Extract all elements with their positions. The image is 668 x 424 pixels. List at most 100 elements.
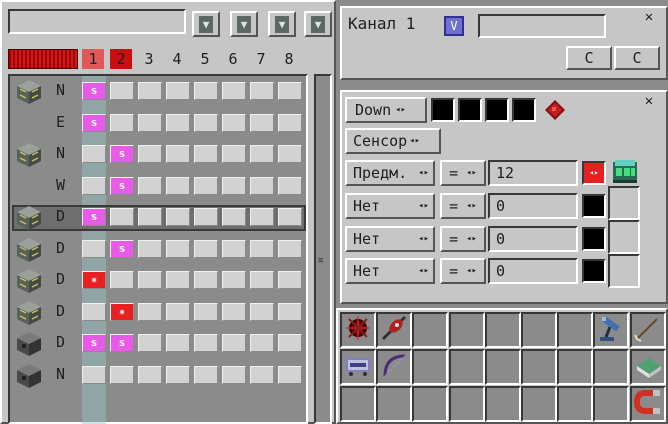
channel-input[interactable] — [478, 14, 606, 38]
channel-cell[interactable] — [194, 366, 218, 384]
channel-cell[interactable] — [222, 114, 246, 132]
side-box-1[interactable] — [608, 186, 640, 220]
channel-cell[interactable] — [110, 114, 134, 132]
inventory-slot[interactable] — [484, 386, 521, 422]
filter-value-input[interactable]: 0 — [488, 258, 578, 284]
tab-7[interactable]: 7 — [250, 49, 272, 69]
channel-cell[interactable] — [250, 208, 274, 226]
channel-cell[interactable] — [82, 366, 106, 384]
inventory-slot[interactable] — [448, 386, 485, 422]
channel-c-button-1[interactable]: С — [566, 46, 612, 70]
channel-cell[interactable] — [250, 145, 274, 163]
channel-cell[interactable] — [166, 334, 190, 352]
color-toggle-button[interactable] — [582, 259, 606, 283]
channel-cell[interactable] — [250, 177, 274, 195]
channel-cell[interactable] — [250, 271, 274, 289]
channel-cell[interactable] — [82, 145, 106, 163]
channel-cell[interactable] — [166, 145, 190, 163]
inventory-slot[interactable] — [629, 312, 666, 348]
channel-cell[interactable] — [194, 303, 218, 321]
channel-cell[interactable] — [222, 366, 246, 384]
tab-5[interactable]: 5 — [194, 49, 216, 69]
channel-c-button-2[interactable]: С — [614, 46, 660, 70]
filter-type-select[interactable]: Предм. ◂▸ — [345, 160, 435, 186]
channel-cell[interactable] — [110, 271, 134, 289]
color-toggle-button[interactable] — [582, 227, 606, 251]
channel-cell[interactable] — [278, 366, 302, 384]
inventory-slot[interactable] — [521, 349, 557, 385]
filter-operator-select[interactable]: = ◂▸ — [440, 258, 486, 284]
inventory-slot[interactable] — [593, 386, 630, 422]
channel-cell[interactable] — [166, 177, 190, 195]
channel-cell[interactable]: s — [82, 208, 106, 226]
channel-cell[interactable] — [278, 82, 302, 100]
channel-cell[interactable] — [278, 271, 302, 289]
channel-cell[interactable] — [250, 366, 274, 384]
filter-operator-select[interactable]: = ◂▸ — [440, 226, 486, 252]
inventory-slot[interactable] — [412, 349, 449, 385]
channel-cell[interactable] — [278, 208, 302, 226]
inventory-slot[interactable] — [593, 349, 630, 385]
channel-cell[interactable] — [222, 334, 246, 352]
machine-block-icon[interactable] — [16, 300, 42, 326]
filter-arrow-button-3[interactable]: ▼ — [268, 11, 296, 37]
inventory-slot[interactable] — [557, 349, 594, 385]
channel-cell[interactable]: s — [110, 240, 134, 258]
channel-cell[interactable] — [194, 114, 218, 132]
channel-cell[interactable] — [278, 240, 302, 258]
channel-cell[interactable] — [138, 82, 162, 100]
channel-cell[interactable] — [110, 82, 134, 100]
channel-cell[interactable] — [194, 82, 218, 100]
scrollbar-grip-icon[interactable]: ≡ — [318, 257, 326, 268]
channel-cell[interactable] — [194, 177, 218, 195]
tab-2[interactable]: 2 — [110, 49, 132, 69]
filter-operator-select[interactable]: = ◂▸ — [440, 193, 486, 219]
channel-cell[interactable] — [166, 208, 190, 226]
channel-cell[interactable] — [222, 145, 246, 163]
channel-cell[interactable] — [166, 271, 190, 289]
down-select-button[interactable]: Down ◂▸ — [345, 97, 427, 123]
filter-value-input[interactable]: 0 — [488, 193, 578, 219]
inventory-slot[interactable] — [593, 312, 630, 348]
name-input[interactable] — [8, 9, 186, 34]
filter-value-input[interactable]: 0 — [488, 226, 578, 252]
channel-cell[interactable] — [278, 303, 302, 321]
channel-cell[interactable] — [138, 240, 162, 258]
inventory-slot[interactable] — [412, 312, 449, 348]
machine-block-icon[interactable] — [16, 237, 42, 263]
channel-cell[interactable] — [222, 177, 246, 195]
channel-cell[interactable] — [278, 334, 302, 352]
machine-block-icon[interactable] — [16, 331, 42, 357]
channel-cell[interactable] — [166, 114, 190, 132]
channel-cell[interactable] — [138, 208, 162, 226]
channel-cell[interactable] — [138, 271, 162, 289]
channel-cell[interactable]: ✷ — [82, 271, 106, 289]
channel-cell[interactable] — [222, 82, 246, 100]
channel-cell[interactable] — [250, 240, 274, 258]
filter-type-select[interactable]: Нет ◂▸ — [345, 258, 435, 284]
channel-cell[interactable] — [194, 240, 218, 258]
inventory-slot[interactable] — [448, 312, 485, 348]
channel-cell[interactable] — [82, 240, 106, 258]
inventory-slot[interactable] — [557, 386, 594, 422]
machine-block-icon[interactable] — [16, 363, 42, 389]
channel-cell[interactable] — [82, 177, 106, 195]
channel-cell[interactable]: s — [82, 114, 106, 132]
channel-cell[interactable] — [166, 82, 190, 100]
inventory-slot[interactable] — [484, 312, 521, 348]
channel-cell[interactable] — [250, 82, 274, 100]
channel-cell[interactable]: s — [110, 177, 134, 195]
channel-cell[interactable] — [138, 114, 162, 132]
machine-block-icon[interactable] — [16, 142, 42, 168]
inventory-slot[interactable] — [629, 386, 666, 422]
color-slot-4[interactable] — [512, 98, 536, 122]
filter-type-select[interactable]: Нет ◂▸ — [345, 226, 435, 252]
filter-operator-select[interactable]: = ◂▸ — [440, 160, 486, 186]
channel-cell[interactable] — [194, 208, 218, 226]
tab-6[interactable]: 6 — [222, 49, 244, 69]
channel-cell[interactable] — [222, 271, 246, 289]
channel-cell[interactable] — [110, 366, 134, 384]
red-toggle-button[interactable]: ◂▸ — [582, 161, 606, 185]
filter-type-select[interactable]: Нет ◂▸ — [345, 193, 435, 219]
channel-cell[interactable] — [194, 334, 218, 352]
